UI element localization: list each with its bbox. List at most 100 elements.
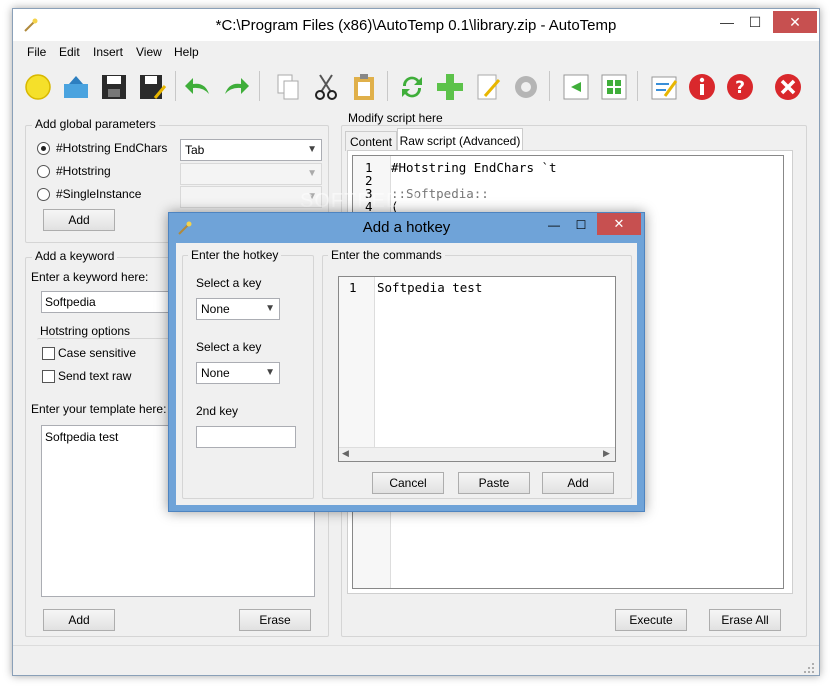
add-hotkey-dialog: Add a hotkey — ☐ ✕ Enter the hotkey Sele… (168, 212, 645, 512)
title-bar: *C:\Program Files (x86)\AutoTemp 0.1\lib… (13, 9, 819, 41)
save-as-button[interactable] (135, 69, 169, 105)
open-folder-icon (64, 76, 88, 98)
undo-button[interactable] (181, 69, 215, 105)
dialog-minimize-button[interactable]: — (541, 215, 567, 235)
toolbar-separator (387, 71, 388, 101)
paste-button[interactable] (347, 69, 381, 105)
endchars-combo-value: Tab (185, 143, 205, 157)
settings-button[interactable] (509, 69, 543, 105)
tab-raw-script[interactable]: Raw script (Advanced) (397, 128, 523, 151)
radio-label-singleinstance: #SingleInstance (56, 187, 142, 201)
key1-select[interactable]: None ▼ (196, 298, 280, 320)
settings-icon (515, 76, 537, 98)
menu-bar: File Edit Insert View Help (13, 41, 819, 63)
svg-text:?: ? (735, 78, 745, 98)
sun-icon (25, 74, 51, 100)
radio-label-hotstring: #Hotstring (56, 164, 111, 178)
dialog-close-button[interactable]: ✕ (597, 213, 641, 235)
add-icon (437, 74, 463, 100)
keyword-label: Enter a keyword here: (31, 270, 149, 284)
keyword-add-button[interactable]: Add (43, 609, 115, 631)
global-params-title: Add global parameters (32, 117, 159, 131)
redo-button[interactable] (219, 69, 253, 105)
global-add-button[interactable]: Add (43, 209, 115, 231)
edit-button[interactable] (471, 69, 505, 105)
watermark: SOFTPEDIA (300, 190, 423, 212)
minimize-button[interactable]: — (713, 11, 741, 33)
save-as-icon (140, 75, 167, 99)
scroll-right-icon[interactable]: ▶ (603, 448, 610, 459)
case-sensitive-checkbox[interactable] (42, 347, 55, 360)
info-icon (689, 74, 715, 100)
exit-button[interactable] (771, 69, 805, 105)
horizontal-scrollbar[interactable]: ◀ ▶ (339, 447, 615, 461)
undo-icon (185, 78, 209, 94)
commands-editor[interactable]: 1 Softpedia test ◀ ▶ (338, 276, 616, 462)
resize-grip-icon[interactable] (803, 662, 815, 674)
close-button[interactable]: ✕ (773, 11, 817, 33)
toolbar-separator (549, 71, 550, 101)
toolbar: ? (13, 65, 819, 109)
refresh-button[interactable] (395, 69, 429, 105)
tab-content[interactable]: Content (345, 131, 397, 151)
select-key-2-label: Select a key (196, 340, 262, 354)
menu-insert[interactable]: Insert (93, 45, 123, 59)
menu-help[interactable]: Help (174, 45, 199, 59)
maximize-button[interactable]: ☐ (741, 11, 769, 33)
paste-commands-button[interactable]: Paste (458, 472, 530, 494)
help-icon: ? (727, 74, 753, 100)
open-button[interactable] (59, 69, 93, 105)
case-sensitive-label: Case sensitive (58, 346, 137, 360)
radio-singleinstance[interactable] (37, 188, 50, 201)
dialog-body: Enter the hotkey Select a key None ▼ Sel… (176, 243, 637, 505)
template-text: Softpedia test (45, 430, 119, 444)
cancel-button[interactable]: Cancel (372, 472, 444, 494)
execute-button[interactable]: Execute (615, 609, 687, 631)
radio-hotstring[interactable] (37, 165, 50, 178)
keyword-erase-button[interactable]: Erase (239, 609, 311, 631)
second-key-label: 2nd key (196, 404, 239, 418)
back-icon (563, 74, 589, 100)
erase-all-button[interactable]: Erase All (709, 609, 781, 631)
key1-select-value: None (201, 302, 230, 316)
key2-select[interactable]: None ▼ (196, 362, 280, 384)
chevron-down-icon: ▼ (265, 303, 275, 314)
note-button[interactable] (647, 69, 681, 105)
command-line: Softpedia test (377, 280, 483, 295)
hotstring-options-title: Hotstring options (37, 324, 134, 338)
copy-button[interactable] (271, 69, 305, 105)
info-button[interactable] (685, 69, 719, 105)
script-title: Modify script here (345, 111, 446, 125)
cut-button[interactable] (309, 69, 343, 105)
redo-icon (225, 78, 249, 94)
new-button[interactable] (21, 69, 55, 105)
note-icon (651, 76, 678, 100)
script-line: #Hotstring EndChars `t (391, 160, 557, 175)
chevron-down-icon: ▼ (265, 367, 275, 378)
dialog-maximize-button[interactable]: ☐ (568, 215, 594, 235)
second-key-input[interactable] (196, 426, 296, 448)
radio-hotstring-endchars[interactable] (37, 142, 50, 155)
window-title: *C:\Program Files (x86)\AutoTemp 0.1\lib… (215, 17, 617, 34)
menu-edit[interactable]: Edit (59, 45, 80, 59)
back-button[interactable] (559, 69, 593, 105)
cut-icon (315, 74, 337, 100)
save-button[interactable] (97, 69, 131, 105)
dialog-add-button[interactable]: Add (542, 472, 614, 494)
help-button[interactable]: ? (723, 69, 757, 105)
add-button[interactable] (433, 69, 467, 105)
grid-button[interactable] (597, 69, 631, 105)
keyword-title: Add a keyword (32, 249, 118, 263)
send-raw-checkbox[interactable] (42, 370, 55, 383)
scroll-left-icon[interactable]: ◀ (342, 448, 349, 459)
keyword-input[interactable]: Softpedia (41, 291, 181, 313)
endchars-combo[interactable]: Tab ▼ (180, 139, 322, 161)
send-raw-label: Send text raw (58, 369, 132, 383)
hotstring-combo[interactable]: ▼ (180, 163, 322, 185)
select-key-1-label: Select a key (196, 276, 262, 290)
menu-view[interactable]: View (136, 45, 162, 59)
grid-icon (601, 74, 627, 100)
status-bar (13, 645, 819, 675)
hotkey-title: Enter the hotkey (188, 248, 282, 262)
menu-file[interactable]: File (27, 45, 46, 59)
